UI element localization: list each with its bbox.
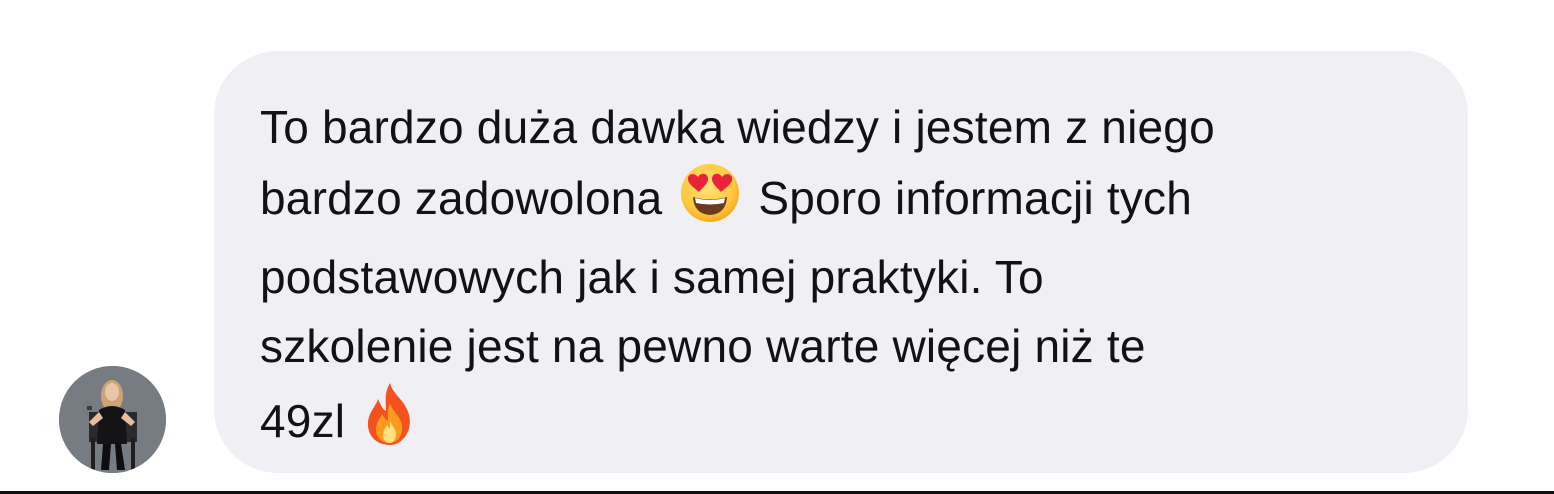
message-bubble[interactable]: To bardzo duża dawka wiedzy i jestem z n… — [214, 51, 1468, 473]
message-line: szkolenie jest na pewno warte więcej niż… — [260, 320, 1146, 372]
message-line-text: Sporo informacji tych — [758, 172, 1193, 224]
heart-eyes-emoji-icon — [679, 162, 741, 243]
avatar-photo — [59, 366, 166, 473]
message-line: 49zl — [260, 381, 1428, 466]
message-line-text: 49zl — [260, 395, 346, 447]
avatar[interactable] — [59, 366, 166, 473]
message-thread: To bardzo duża dawka wiedzy i jestem z n… — [0, 0, 1554, 494]
fire-emoji-icon — [362, 381, 418, 466]
message-line: bardzo zadowolona Sporo informacji tych — [260, 162, 1428, 243]
message-line: podstawowych jak i samej praktyki. To — [260, 251, 1044, 303]
message-line-text: bardzo zadowolona — [260, 172, 663, 224]
message-text: To bardzo duża dawka wiedzy i jestem z n… — [260, 93, 1428, 466]
message-line: To bardzo duża dawka wiedzy i jestem z n… — [260, 101, 1215, 153]
